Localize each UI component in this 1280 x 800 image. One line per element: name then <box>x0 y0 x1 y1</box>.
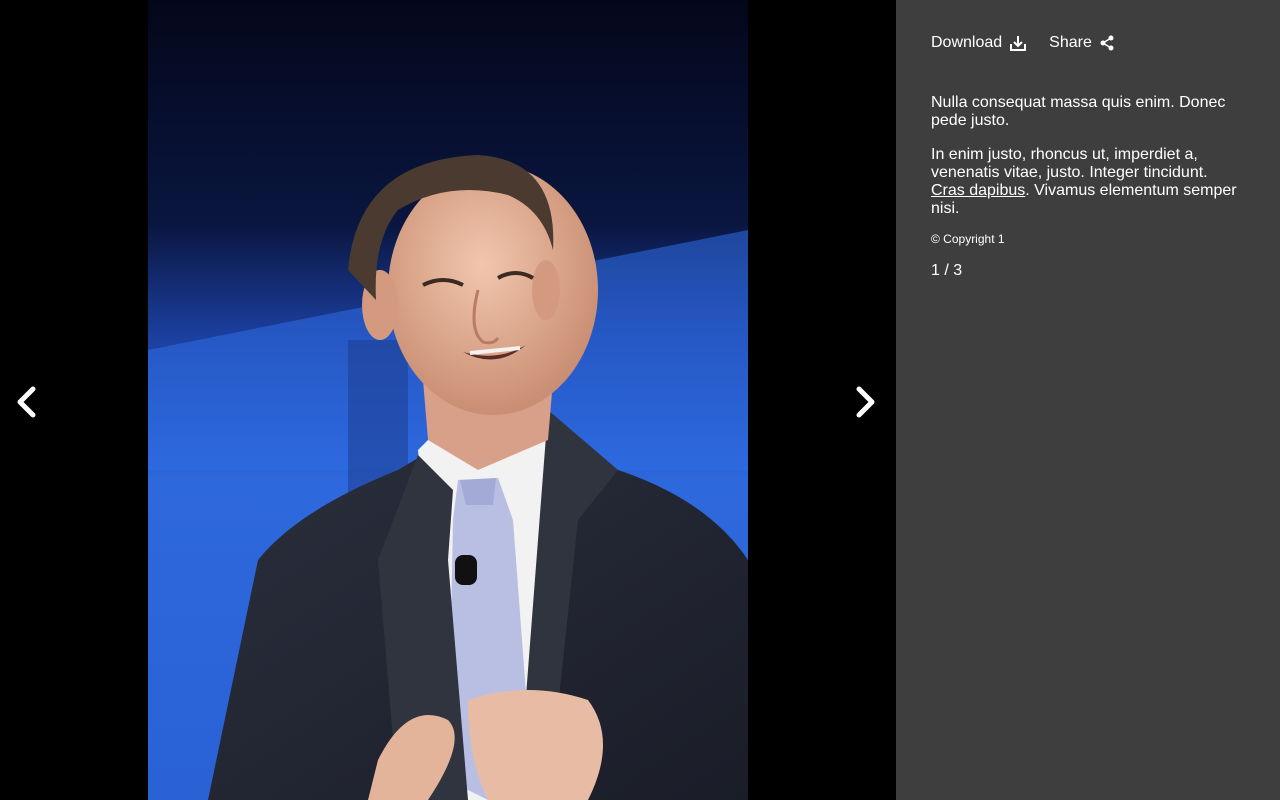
share-icon <box>1099 35 1115 51</box>
next-button[interactable] <box>844 380 888 424</box>
chevron-left-icon <box>17 386 36 418</box>
caption-text: In enim justo, rhoncus ut, imperdiet a, … <box>931 146 1208 181</box>
download-icon <box>1009 34 1027 52</box>
chevron-right-icon <box>856 386 875 418</box>
caption-link[interactable]: Cras dapibus <box>931 182 1025 199</box>
download-label: Download <box>931 34 1003 51</box>
toolbar: Download Share <box>931 34 1137 52</box>
share-button[interactable]: Share <box>1049 34 1115 52</box>
download-button[interactable]: Download <box>931 34 1027 52</box>
caption-paragraph: Nulla consequat massa quis enim. Donec p… <box>931 94 1226 129</box>
info-sidebar: Download Share Nulla consequat massa qui… <box>896 0 1280 800</box>
photo-illustration <box>148 0 748 800</box>
share-label: Share <box>1049 34 1092 51</box>
caption-paragraph: In enim justo, rhoncus ut, imperdiet a, … <box>931 146 1245 218</box>
gallery-photo <box>148 0 748 800</box>
photo-caption: Nulla consequat massa quis enim. Donec p… <box>931 94 1245 280</box>
slide-counter: 1 / 3 <box>931 262 963 279</box>
image-viewer <box>0 0 896 800</box>
copyright-text: © Copyright 1 <box>931 232 1005 246</box>
previous-button[interactable] <box>4 380 48 424</box>
